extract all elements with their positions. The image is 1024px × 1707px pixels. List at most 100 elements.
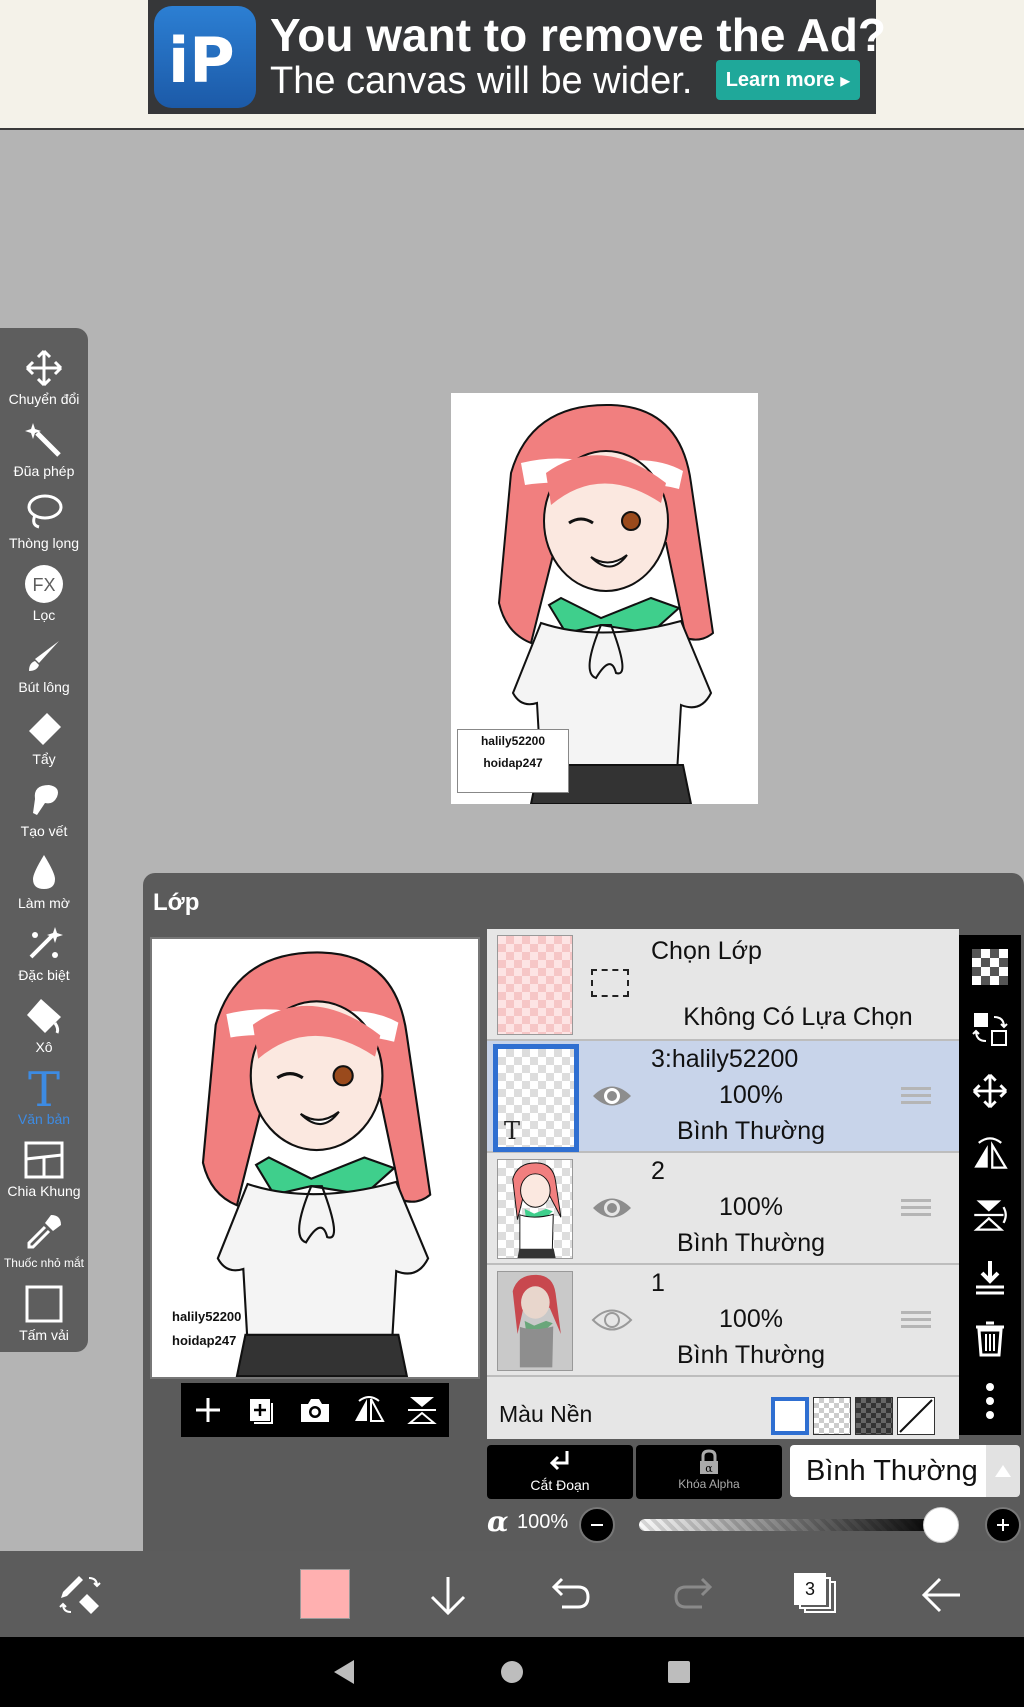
tool-filter[interactable]: FX Lọc: [0, 562, 88, 634]
bg-transparent-light-swatch[interactable]: [813, 1397, 851, 1435]
bg-transparent-dark-swatch[interactable]: [855, 1397, 893, 1435]
visibility-eye-icon[interactable]: [591, 1081, 633, 1111]
swap-layer-button[interactable]: [968, 1007, 1012, 1051]
flip-horizontal-side-icon: [974, 1137, 1008, 1169]
watermark-line2: hoidap247: [483, 756, 543, 770]
tool-eraser[interactable]: Tẩy: [0, 706, 88, 778]
tool-label: Văn bản: [17, 1111, 71, 1127]
back-button[interactable]: [912, 1565, 972, 1625]
lasso-icon: [22, 490, 66, 534]
clipping-arrow-icon: [549, 1451, 569, 1471]
nav-recents-icon[interactable]: [664, 1657, 694, 1687]
nav-home-icon[interactable]: [497, 1657, 527, 1687]
duplicate-layer-button[interactable]: [239, 1388, 283, 1432]
add-layer-button[interactable]: [186, 1388, 230, 1432]
flip-vertical-side-icon: [973, 1200, 1007, 1231]
visibility-eye-outline-icon[interactable]: [591, 1305, 633, 1335]
clipping-label: Cắt Đoạn: [530, 1477, 590, 1493]
tool-label: Đặc biệt: [18, 967, 70, 983]
trash-icon: [976, 1321, 1004, 1357]
tool-lasso[interactable]: Thòng lọng: [0, 490, 88, 562]
drag-handle-icon[interactable]: [901, 1087, 931, 1107]
blend-mode-dropdown-button[interactable]: [986, 1445, 1020, 1497]
flip-vertical-side-button[interactable]: [968, 1193, 1012, 1237]
primary-color-swatch[interactable]: [300, 1569, 350, 1619]
opacity-slider-track[interactable]: [639, 1519, 939, 1531]
magic-wand-icon: [22, 418, 66, 462]
preview-watermark: halily52200 hoidap247: [172, 1305, 241, 1353]
tool-blur[interactable]: Làm mờ: [0, 850, 88, 922]
tool-bucket[interactable]: Xô: [0, 994, 88, 1066]
special-sparkle-icon: [22, 922, 66, 966]
triangle-up-icon: [995, 1465, 1011, 1477]
ibispaint-logo: iP: [154, 6, 256, 108]
bg-white-swatch[interactable]: [771, 1397, 809, 1435]
layers-stack-icon: 3: [794, 1573, 838, 1617]
drag-handle-icon[interactable]: [901, 1199, 931, 1219]
opacity-decrease-button[interactable]: [579, 1507, 615, 1543]
flip-layer-vertical-button[interactable]: [400, 1388, 444, 1432]
opacity-control: α 100%: [487, 1503, 1024, 1545]
minus-icon: [591, 1524, 603, 1526]
bucket-icon: [22, 994, 66, 1038]
move-layer-button[interactable]: [968, 1069, 1012, 1113]
delete-layer-button[interactable]: [968, 1317, 1012, 1361]
tool-label: Thòng lọng: [8, 535, 80, 551]
duplicate-layer-icon: [250, 1399, 274, 1424]
tool-label: Xô: [35, 1039, 53, 1055]
plus-icon: [195, 1398, 220, 1422]
blend-mode-select[interactable]: Bình Thường: [790, 1445, 986, 1497]
layer-panel: Lớp halily52200 hoidap247 Chọn Lớp Không…: [143, 873, 1024, 1551]
selection-layer-thumbnail: [497, 935, 573, 1035]
layer-3-thumbnail: T: [493, 1044, 579, 1152]
tool-text[interactable]: T Văn bản: [0, 1066, 88, 1138]
redo-button[interactable]: [664, 1565, 724, 1625]
clipping-button[interactable]: Cắt Đoạn: [487, 1445, 633, 1499]
tool-frame-divider[interactable]: Chia Khung: [0, 1138, 88, 1210]
layers-button[interactable]: 3: [786, 1565, 846, 1625]
download-button[interactable]: [418, 1565, 478, 1625]
selection-layer-status: Không Có Lựa Chọn: [683, 1003, 913, 1031]
ad-headline: You want to remove the Ad?: [270, 9, 886, 61]
undo-button[interactable]: [540, 1565, 600, 1625]
eraser-icon: [22, 706, 66, 750]
opacity-increase-button[interactable]: [985, 1507, 1021, 1543]
import-photo-button[interactable]: [293, 1388, 337, 1432]
selection-layer-row[interactable]: Chọn Lớp Không Có Lựa Chọn: [487, 929, 959, 1041]
layer-row-3[interactable]: T 3:halily52200 100% Bình Thường: [487, 1041, 959, 1153]
bg-none-swatch[interactable]: [897, 1397, 935, 1435]
nav-back-icon[interactable]: [330, 1657, 360, 1687]
alpha-symbol-icon: α: [487, 1505, 509, 1538]
drag-handle-icon[interactable]: [901, 1311, 931, 1331]
visibility-eye-icon[interactable]: [591, 1193, 633, 1223]
move-icon: [972, 1073, 1008, 1109]
tool-canvas[interactable]: Tấm vải: [0, 1282, 88, 1354]
merge-down-button[interactable]: [968, 1255, 1012, 1299]
smudge-icon: [22, 778, 66, 822]
fx-filter-icon: FX: [22, 562, 66, 606]
layer-actions-bar: [181, 1383, 449, 1437]
tool-label: Tẩy: [32, 751, 56, 767]
more-options-button[interactable]: [968, 1379, 1012, 1423]
layer-row-2[interactable]: 2 100% Bình Thường: [487, 1153, 959, 1265]
ad-banner[interactable]: iP You want to remove the Ad? The canvas…: [148, 0, 886, 114]
flip-layer-horizontal-button[interactable]: [347, 1388, 391, 1432]
tool-switch-button[interactable]: [50, 1565, 110, 1625]
tool-label: Làm mờ: [18, 895, 70, 911]
tool-eyedropper[interactable]: Thuốc nhỏ mắt: [0, 1210, 88, 1282]
flip-horizontal-side-button[interactable]: [968, 1131, 1012, 1175]
tool-magic-wand[interactable]: Đũa phép: [0, 418, 88, 490]
canvas-artwork[interactable]: halily52200 hoidap247: [451, 393, 758, 804]
plus-small-icon: [997, 1519, 1009, 1531]
alpha-lock-button[interactable]: α Khóa Alpha: [636, 1445, 782, 1499]
layer-row-1[interactable]: 1 100% Bình Thường: [487, 1265, 959, 1377]
tool-transform[interactable]: Chuyển đổi: [0, 346, 88, 418]
transparency-button[interactable]: [968, 945, 1012, 989]
tool-special[interactable]: Đặc biệt: [0, 922, 88, 994]
learn-more-button[interactable]: Learn more ▸: [716, 60, 860, 100]
watermark-textbox[interactable]: halily52200 hoidap247: [457, 729, 569, 793]
tool-brush[interactable]: Bút lông: [0, 634, 88, 706]
opacity-slider-thumb[interactable]: [923, 1507, 959, 1543]
layer-opacity: 100%: [719, 1305, 783, 1333]
tool-smudge[interactable]: Tạo vết: [0, 778, 88, 850]
